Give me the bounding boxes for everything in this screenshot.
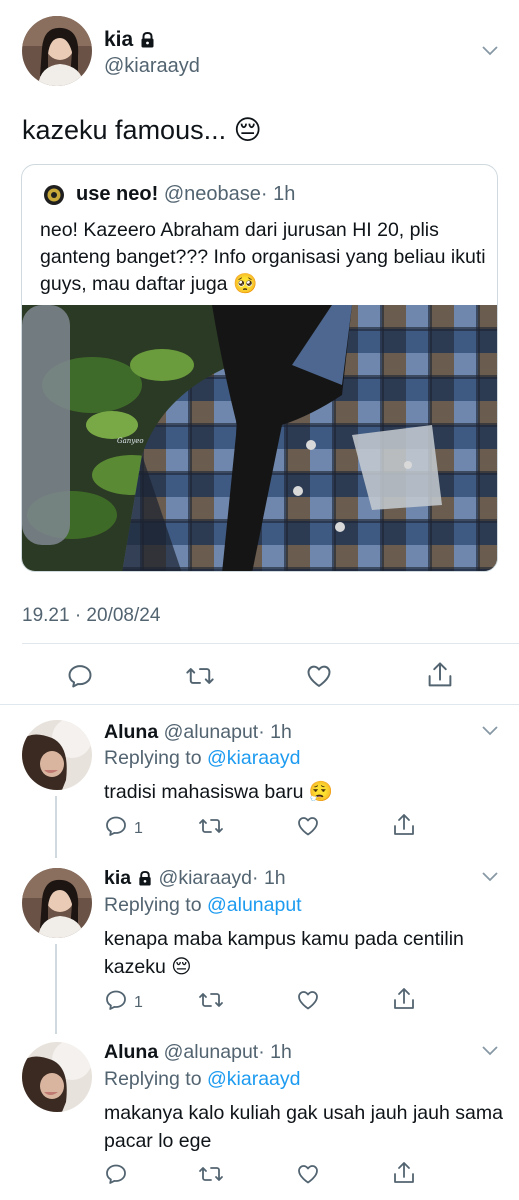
reply-text: makanya kalo kuliah gak usah jauh jauh s… (104, 1102, 503, 1152)
replying-to: Replying to @kiaraayd (104, 746, 301, 770)
reply-button[interactable] (66, 662, 94, 690)
replying-to: Replying to @alunaput (104, 893, 302, 917)
divider (0, 704, 519, 705)
reply-2-author-row: kia @kiaraayd· 1h (104, 866, 286, 892)
display-name[interactable]: Aluna (104, 1041, 158, 1063)
replying-handle[interactable]: @kiaraayd (207, 1068, 301, 1090)
handle[interactable]: @kiaraayd (104, 54, 200, 78)
retweet-button[interactable] (198, 814, 224, 843)
like-icon (296, 814, 320, 843)
share-button[interactable] (392, 986, 416, 1017)
image-watermark: Ganyeo (117, 437, 144, 445)
reply-icon (104, 1162, 128, 1191)
like-icon (305, 662, 333, 690)
quoted-image[interactable]: Ganyeo (22, 305, 497, 571)
share-icon (426, 660, 454, 690)
reply-icon (104, 814, 128, 843)
quoted-author-row: use neo! @neobase· 1h (76, 182, 295, 206)
main-author-row: kia (104, 28, 156, 54)
reply-icon (104, 988, 128, 1017)
chevron-down-icon[interactable] (482, 46, 498, 56)
chevron-down-icon[interactable] (482, 726, 498, 736)
retweet-icon (185, 662, 215, 690)
like-icon (296, 1162, 320, 1191)
share-icon (392, 812, 416, 843)
handle[interactable]: @kiaraayd (159, 867, 253, 889)
quoted-avatar (44, 185, 64, 205)
divider (22, 643, 519, 644)
retweet-button[interactable] (185, 662, 215, 690)
thread-line (55, 796, 57, 858)
time: · 1h (258, 1041, 292, 1063)
replying-handle[interactable]: @alunaput (207, 894, 302, 916)
share-icon (392, 1160, 416, 1191)
reply-1-author-row: Aluna @alunaput· 1h (104, 720, 292, 744)
quoted-time: · 1h (260, 183, 296, 205)
display-name[interactable]: kia (104, 28, 133, 51)
lock-icon (137, 868, 153, 892)
share-button[interactable] (392, 812, 416, 843)
timestamp: 19.21 · 20/08/24 (22, 605, 161, 626)
tweet-text: kazeku famous... 😔 (22, 115, 262, 145)
reply-button[interactable] (104, 1162, 134, 1191)
like-button[interactable] (296, 988, 320, 1017)
share-icon (392, 986, 416, 1017)
like-button[interactable] (296, 814, 320, 843)
display-name[interactable]: Aluna (104, 721, 158, 743)
reply-icon (66, 662, 94, 690)
like-button[interactable] (296, 1162, 320, 1191)
retweet-icon (198, 814, 224, 843)
quoted-text: neo! Kazeero Abraham dari jurusan HI 20,… (40, 219, 486, 295)
quoted-tweet-card[interactable]: use neo! @neobase· 1h neo! Kazeero Abrah… (21, 164, 498, 572)
replying-prefix: Replying to (104, 747, 202, 769)
time: · 1h (252, 867, 286, 889)
handle[interactable]: @alunaput (164, 721, 259, 743)
reply-count: 1 (134, 819, 143, 837)
quoted-display-name[interactable]: use neo! (76, 183, 158, 205)
avatar-main[interactable] (22, 16, 92, 86)
retweet-button[interactable] (198, 988, 224, 1017)
chevron-down-icon[interactable] (482, 1046, 498, 1056)
quoted-handle[interactable]: @neobase (164, 183, 261, 205)
lock-icon (139, 30, 156, 54)
like-icon (296, 988, 320, 1017)
reply-text: tradisi mahasiswa baru 😮‍💨 (104, 781, 334, 803)
reply-text: kenapa maba kampus kamu pada centilin ka… (104, 928, 464, 978)
replying-handle[interactable]: @kiaraayd (207, 747, 301, 769)
reply-button[interactable]: 1 (104, 988, 143, 1017)
reply-button[interactable]: 1 (104, 814, 143, 843)
avatar-reply-1[interactable] (22, 720, 92, 790)
share-button[interactable] (426, 660, 454, 690)
reply-3-author-row: Aluna @alunaput· 1h (104, 1040, 292, 1064)
avatar-reply-2[interactable] (22, 868, 92, 938)
retweet-icon (198, 1162, 224, 1191)
replying-prefix: Replying to (104, 1068, 202, 1090)
chevron-down-icon[interactable] (482, 872, 498, 882)
replying-to: Replying to @kiaraayd (104, 1067, 301, 1091)
share-button[interactable] (392, 1160, 416, 1191)
handle[interactable]: @alunaput (164, 1041, 259, 1063)
replying-prefix: Replying to (104, 894, 202, 916)
thread-line (55, 944, 57, 1034)
time: · 1h (258, 721, 292, 743)
avatar-reply-3[interactable] (22, 1042, 92, 1112)
retweet-button[interactable] (198, 1162, 224, 1191)
reply-count: 1 (134, 993, 143, 1011)
retweet-icon (198, 988, 224, 1017)
like-button[interactable] (305, 662, 333, 690)
display-name[interactable]: kia (104, 867, 131, 889)
